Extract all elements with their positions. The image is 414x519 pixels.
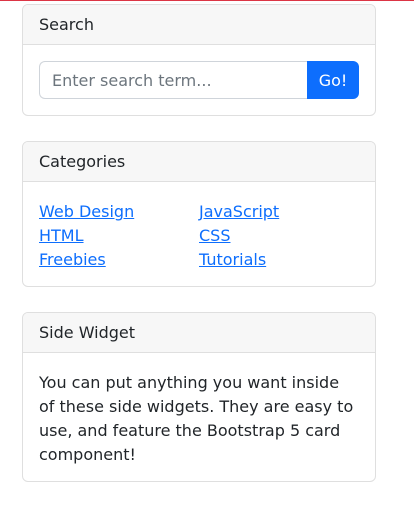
category-item: HTML bbox=[39, 224, 199, 248]
search-card-body: Go! bbox=[23, 45, 375, 115]
category-item: Freebies bbox=[39, 248, 199, 272]
side-widget-card: Side Widget You can put anything you wan… bbox=[22, 312, 376, 482]
side-widget-body: You can put anything you want inside of … bbox=[23, 353, 375, 481]
search-card-title: Search bbox=[23, 5, 375, 45]
category-link-web-design[interactable]: Web Design bbox=[39, 202, 134, 221]
category-item: JavaScript bbox=[199, 200, 359, 224]
categories-left-list: Web Design HTML Freebies bbox=[39, 200, 199, 272]
category-link-html[interactable]: HTML bbox=[39, 226, 84, 245]
category-link-css[interactable]: CSS bbox=[199, 226, 230, 245]
categories-right-list: JavaScript CSS Tutorials bbox=[199, 200, 359, 272]
categories-card-title: Categories bbox=[23, 142, 375, 182]
category-item: CSS bbox=[199, 224, 359, 248]
category-link-javascript[interactable]: JavaScript bbox=[199, 202, 279, 221]
category-item: Tutorials bbox=[199, 248, 359, 272]
side-widget-title: Side Widget bbox=[23, 313, 375, 353]
search-input-group: Go! bbox=[39, 61, 359, 99]
search-card: Search Go! bbox=[22, 4, 376, 116]
category-link-tutorials[interactable]: Tutorials bbox=[199, 250, 266, 269]
category-item: Web Design bbox=[39, 200, 199, 224]
categories-card: Categories Web Design HTML Freebies Java… bbox=[22, 141, 376, 287]
side-widget-text: You can put anything you want inside of … bbox=[39, 373, 354, 464]
search-input[interactable] bbox=[39, 61, 307, 99]
search-go-button[interactable]: Go! bbox=[307, 61, 359, 99]
top-border-line bbox=[0, 0, 414, 1]
categories-columns: Web Design HTML Freebies JavaScript CSS … bbox=[39, 198, 359, 272]
categories-card-body: Web Design HTML Freebies JavaScript CSS … bbox=[23, 182, 375, 286]
category-link-freebies[interactable]: Freebies bbox=[39, 250, 106, 269]
